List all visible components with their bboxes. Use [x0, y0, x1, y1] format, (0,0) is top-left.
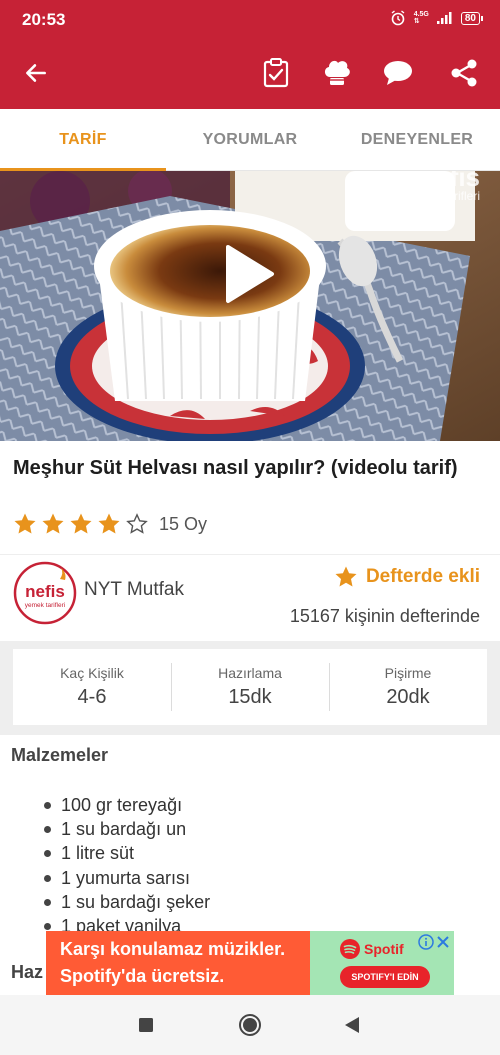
battery-icon: 80	[460, 11, 484, 25]
recipe-notebook-icon[interactable]	[258, 55, 294, 91]
logo-subtitle: yemek tarifleri	[25, 602, 65, 609]
notebook-status-button[interactable]: Defterde ekli	[334, 565, 480, 589]
video-thumbnail	[0, 171, 500, 441]
divider	[0, 554, 500, 555]
preparation-title-partial: Haz	[11, 962, 44, 982]
info-cook-time: Pişirme 20dk	[329, 649, 487, 725]
star-filled-icon	[70, 513, 92, 534]
tab-tried-by[interactable]: DENEYENLER	[334, 109, 500, 171]
status-bar: 20:53 4.5G ⇅ 80	[0, 0, 500, 38]
ad-banner[interactable]: Karşı konulamaz müzikler. Spotify'da ücr…	[46, 931, 454, 995]
network-arrows: ⇅	[413, 18, 420, 25]
info-servings: Kaç Kişilik 4-6	[13, 649, 171, 725]
list-item: 1 su bardağı şeker	[44, 890, 210, 914]
notebook-label: Defterde ekli	[365, 566, 480, 587]
author-name[interactable]: NYT Mutfak	[84, 579, 184, 601]
ingredients-title: Malzemeler	[11, 745, 109, 765]
star-filled-icon	[42, 513, 64, 534]
ad-text: Karşı konulamaz müzikler. Spotify'da ücr…	[60, 936, 285, 990]
star-filled-icon	[335, 566, 357, 587]
recipe-info-card: Kaç Kişilik 4-6 Hazırlama 15dk Pişirme 2…	[13, 649, 487, 725]
network-type: 4.5G	[413, 11, 429, 18]
info-value: 15dk	[228, 686, 272, 708]
watermark-sub: yemek tarifleri	[405, 189, 480, 203]
tab-recipe[interactable]: TARİF	[0, 109, 166, 171]
recipe-info-section: Kaç Kişilik 4-6 Hazırlama 15dk Pişirme 2…	[0, 641, 500, 735]
app-bar	[0, 38, 500, 109]
share-icon[interactable]	[446, 55, 482, 91]
tab-comments[interactable]: YORUMLAR	[167, 109, 333, 171]
notebook-count: 15167 kişinin defterinde	[289, 606, 480, 626]
play-icon[interactable]	[224, 243, 276, 305]
recipe-video[interactable]: nefis yemek tarifleri	[0, 171, 500, 441]
comment-icon[interactable]	[380, 55, 416, 91]
ad-subline: Spotify'da ücretsiz.	[60, 966, 225, 986]
video-watermark: nefis yemek tarifleri	[405, 171, 480, 203]
spotify-logo-icon	[340, 939, 360, 959]
status-time: 20:53	[22, 10, 66, 29]
info-value: 20dk	[386, 686, 430, 708]
recipe-title: Meşhur Süt Helvası nasıl yapılır? (video…	[13, 457, 458, 479]
watermark-brand: nefis	[419, 171, 480, 192]
alarm-icon	[391, 10, 405, 26]
ad-info-icon[interactable]	[418, 934, 434, 950]
vote-count: 15 Oy	[159, 513, 208, 534]
list-item: 1 yumurta sarısı	[44, 866, 210, 890]
info-label: Hazırlama	[218, 665, 282, 681]
ad-close-icon[interactable]	[435, 934, 451, 950]
author-logo[interactable]: nefis yemek tarifleri	[13, 561, 77, 625]
list-item: 100 gr tereyağı	[44, 793, 210, 817]
chef-hat-icon[interactable]	[319, 55, 355, 91]
ad-headline: Karşı konulamaz müzikler.	[60, 939, 286, 959]
signal-icon	[436, 12, 452, 24]
list-item: 1 su bardağı un	[44, 817, 210, 841]
star-filled-icon	[98, 513, 120, 534]
back-arrow-icon[interactable]	[18, 55, 54, 91]
spotify-brand-text: Spotif	[364, 941, 404, 957]
home-icon[interactable]	[238, 1013, 262, 1037]
info-label: Kaç Kişilik	[60, 665, 124, 681]
system-navigation-bar	[0, 995, 500, 1055]
network-indicator: 4.5G ⇅	[414, 11, 429, 25]
tab-bar: TARİF YORUMLAR DENEYENLER	[0, 109, 500, 171]
recents-icon[interactable]	[134, 1013, 158, 1037]
star-empty-icon	[126, 513, 148, 534]
back-nav-icon[interactable]	[340, 1013, 364, 1037]
info-label: Pişirme	[384, 665, 432, 681]
star-filled-icon	[14, 513, 36, 534]
info-value: 4-6	[77, 686, 107, 708]
rating-row[interactable]: 15 Oy	[13, 512, 207, 536]
list-item: 1 litre süt	[44, 841, 210, 865]
status-icons: 4.5G ⇅ 80	[390, 10, 484, 26]
spotify-brand: Spotif	[340, 939, 404, 959]
ingredients-list: 100 gr tereyağı 1 su bardağı un 1 litre …	[44, 793, 210, 938]
info-prep-time: Hazırlama 15dk	[171, 649, 329, 725]
ad-cta-button[interactable]: SPOTIFY'I EDİN	[340, 966, 430, 988]
logo-wordmark: nefis	[25, 582, 65, 601]
